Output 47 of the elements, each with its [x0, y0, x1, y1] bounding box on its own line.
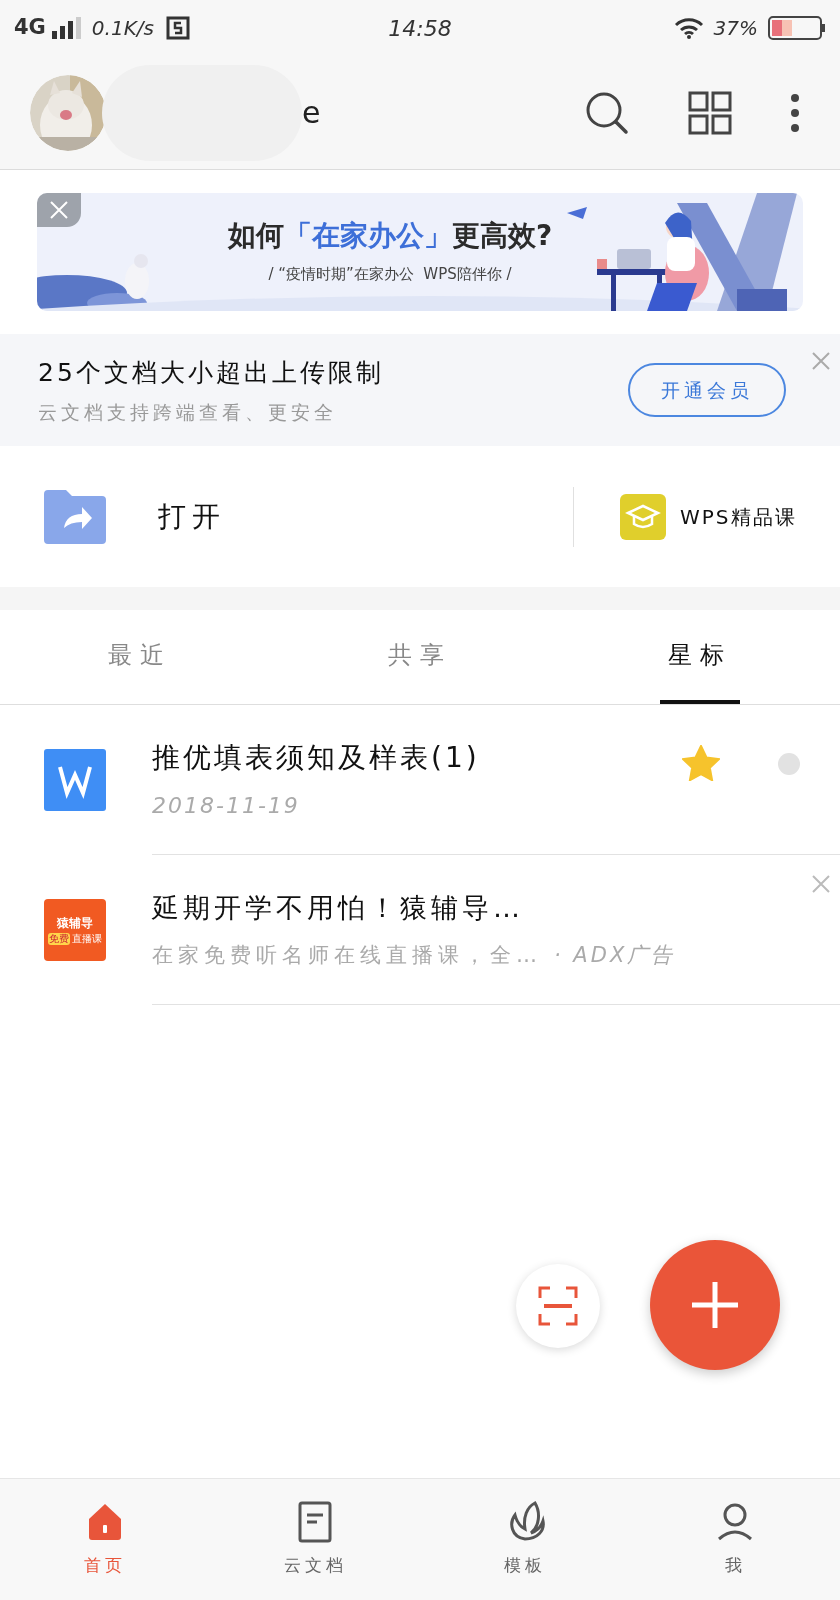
ad-source: · ADX广告	[554, 942, 676, 969]
scan-button[interactable]	[516, 1264, 600, 1348]
file-name[interactable]: 推优填表须知及样表(1)	[152, 737, 840, 779]
nav-tab[interactable]: 我	[630, 1479, 840, 1600]
upgrade-button[interactable]: 开通会员	[628, 363, 786, 417]
notice-subtitle: 云文档支持跨端查看、更安全	[38, 399, 338, 425]
battery-percent: 37%	[713, 15, 758, 42]
logo-text: 猿辅导	[57, 915, 93, 931]
screenshot-icon	[165, 16, 190, 40]
scan-icon	[538, 1286, 578, 1326]
close-button[interactable]	[37, 193, 81, 227]
nav-tab[interactable]: 首页	[0, 1479, 210, 1600]
banner-subtitle: / “疫情时期”在家办公 WPS陪伴你 /	[268, 264, 513, 285]
file-date: 2018-11-19	[152, 792, 301, 820]
wifi-icon	[673, 17, 704, 39]
folder-share-icon[interactable]	[44, 489, 106, 544]
tab[interactable]: 共享	[380, 610, 460, 704]
clock-time: 14:58	[387, 14, 453, 43]
tab[interactable]: 星标	[660, 610, 740, 704]
graduation-cap-icon[interactable]	[620, 493, 666, 540]
nav-tab[interactable]: 模板	[420, 1479, 630, 1600]
logo-badge: 免费	[48, 933, 70, 945]
nav-tab[interactable]: 云文档	[210, 1479, 420, 1600]
tab[interactable]: 最近	[100, 610, 180, 704]
plus-icon	[690, 1280, 740, 1330]
grid-icon[interactable]	[688, 90, 732, 135]
open-label[interactable]: 打开	[158, 495, 226, 538]
banner-title: 如何「在家办公」更高效?	[227, 218, 554, 254]
network-label: 4G	[14, 14, 46, 42]
battery-icon	[768, 16, 826, 40]
network-speed: 0.1K/s	[91, 15, 154, 42]
notice-title: 25个文档大小超出上传限制	[38, 357, 385, 389]
course-label[interactable]: WPS精品课	[680, 501, 797, 532]
logo-caption: 直播课	[72, 933, 102, 945]
document-icon	[44, 749, 106, 811]
close-icon[interactable]	[812, 352, 830, 370]
more-icon[interactable]	[790, 92, 800, 133]
signal-icon	[51, 17, 82, 39]
user-name: e	[302, 94, 321, 132]
banner-ad[interactable]: 如何「在家办公」更高效? / “疫情时期”在家办公 WPS陪伴你 /	[37, 193, 803, 311]
ad-description: 在家免费听名师在线直播课，全…	[152, 942, 542, 969]
star-icon[interactable]	[682, 745, 720, 781]
status-dot-icon	[778, 753, 800, 775]
add-button[interactable]	[650, 1240, 780, 1370]
close-icon[interactable]	[812, 875, 830, 893]
close-icon	[49, 200, 69, 220]
ad-title[interactable]: 延期开学不用怕！猿辅导…	[152, 887, 840, 928]
